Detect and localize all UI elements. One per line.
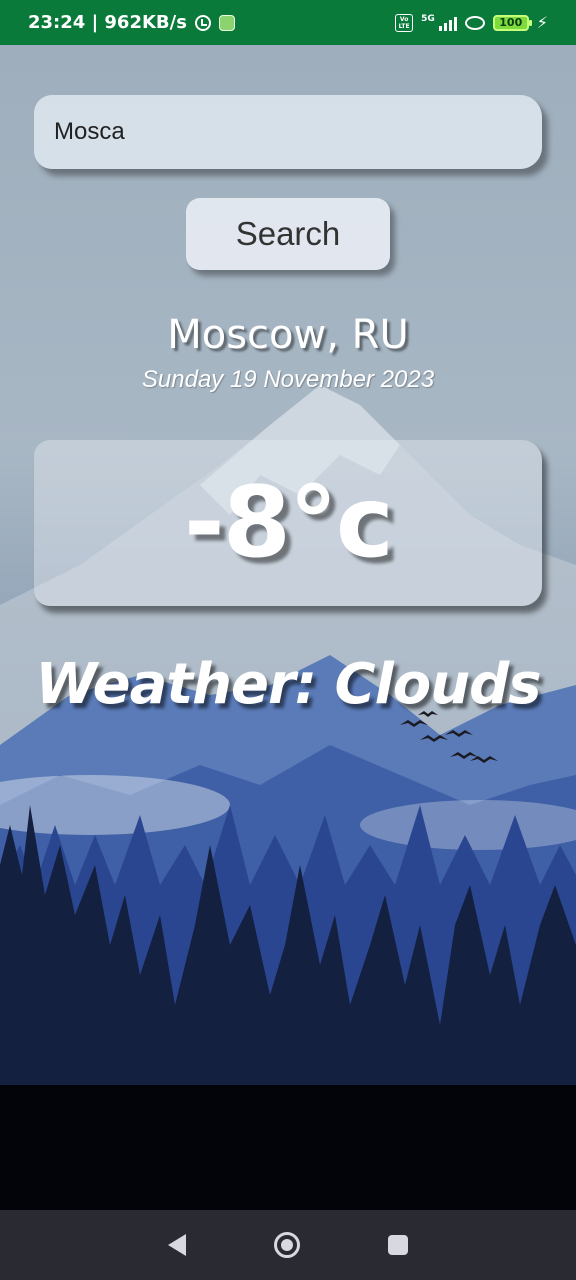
- status-left: 23:24 | 962KB/s: [28, 0, 235, 45]
- signal-icon: [438, 15, 457, 31]
- hotspot-icon: [464, 15, 485, 30]
- weather-app-screen: 23:24 | 962KB/s Vo LTE 5G 100 ⚡ Mosca Se…: [0, 0, 576, 1280]
- app-notification-icon: [218, 14, 235, 31]
- charging-icon: ⚡: [536, 13, 548, 32]
- search-button[interactable]: Search: [186, 198, 390, 270]
- status-bar: 23:24 | 962KB/s Vo LTE 5G 100 ⚡: [0, 0, 576, 45]
- navigation-bar: [0, 1210, 576, 1280]
- city-search-input[interactable]: [34, 95, 542, 169]
- temperature-value: -8°c: [184, 466, 394, 580]
- home-icon[interactable]: [274, 1232, 300, 1258]
- current-date: Sunday 19 November 2023: [141, 366, 435, 393]
- status-time-speed: 23:24 | 962KB/s: [28, 12, 187, 33]
- ground-shadow: [0, 1085, 576, 1210]
- weather-condition: Weather: Clouds: [35, 652, 541, 717]
- battery-icon: 100: [492, 14, 532, 31]
- recents-icon[interactable]: [388, 1235, 408, 1255]
- network-type: 5G: [421, 13, 435, 24]
- alarm-icon: [194, 14, 211, 31]
- volte-icon: Vo LTE: [395, 13, 414, 32]
- status-right: Vo LTE 5G 100 ⚡: [395, 0, 548, 45]
- city-name: Moscow, RU: [167, 312, 409, 358]
- back-icon[interactable]: [168, 1234, 186, 1256]
- temperature-card: -8°c: [34, 440, 542, 606]
